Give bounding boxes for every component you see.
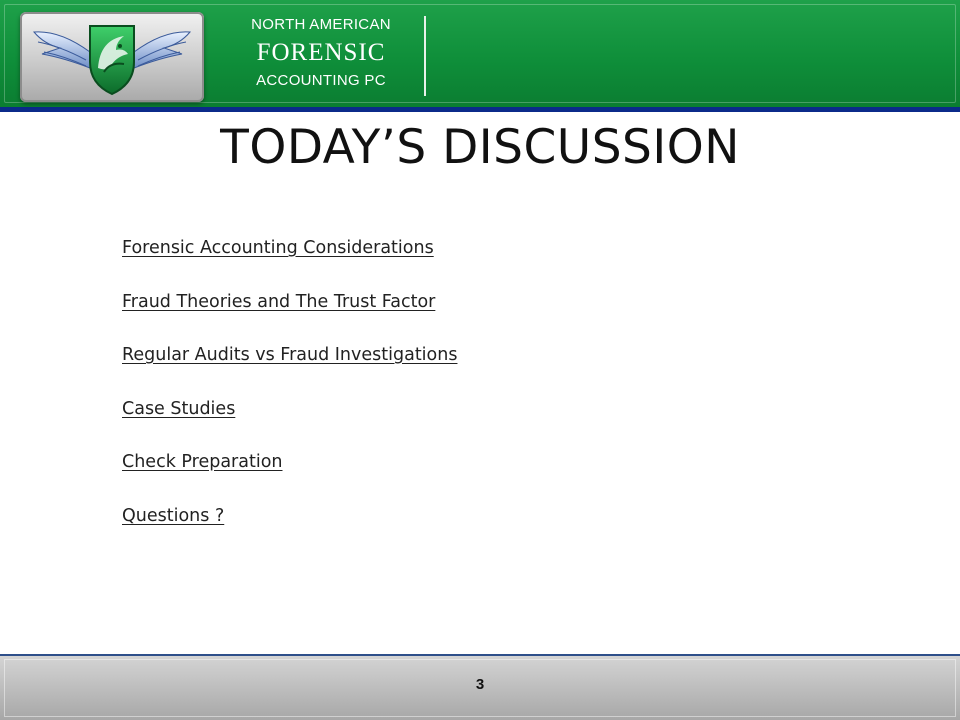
agenda-link-case-studies[interactable]: Case Studies (122, 399, 235, 419)
agenda-item: Regular Audits vs Fraud Investigations (122, 345, 457, 399)
agenda-item: Forensic Accounting Considerations (122, 238, 457, 292)
eagle-emblem-icon (32, 25, 192, 96)
agenda-item: Case Studies (122, 399, 457, 453)
agenda-link-fraud-theories[interactable]: Fraud Theories and The Trust Factor (122, 292, 435, 312)
page-number: 3 (475, 676, 485, 693)
company-name-line2: FORENSIC (256, 39, 386, 66)
logo (20, 12, 204, 102)
agenda-link-questions[interactable]: Questions ? (122, 506, 224, 526)
company-name-line3: ACCOUNTING PC (256, 72, 386, 89)
agenda-link-forensic-considerations[interactable]: Forensic Accounting Considerations (122, 238, 434, 258)
agenda-link-audits-vs-investigations[interactable]: Regular Audits vs Fraud Investigations (122, 345, 457, 365)
footer-bar: 3 (0, 654, 960, 720)
header-band: NORTH AMERICAN FORENSIC ACCOUNTING PC (0, 0, 960, 112)
agenda-list: Forensic Accounting Considerations Fraud… (122, 238, 457, 559)
agenda-item: Check Preparation (122, 452, 457, 506)
agenda-item: Fraud Theories and The Trust Factor (122, 292, 457, 346)
header-divider (424, 16, 426, 96)
agenda-item: Questions ? (122, 506, 457, 560)
slide-title: TODAY’S DISCUSSION (220, 120, 740, 175)
agenda-link-check-preparation[interactable]: Check Preparation (122, 452, 283, 472)
company-name: NORTH AMERICAN FORENSIC ACCOUNTING PC (232, 14, 410, 92)
company-name-line1: NORTH AMERICAN (251, 16, 391, 33)
